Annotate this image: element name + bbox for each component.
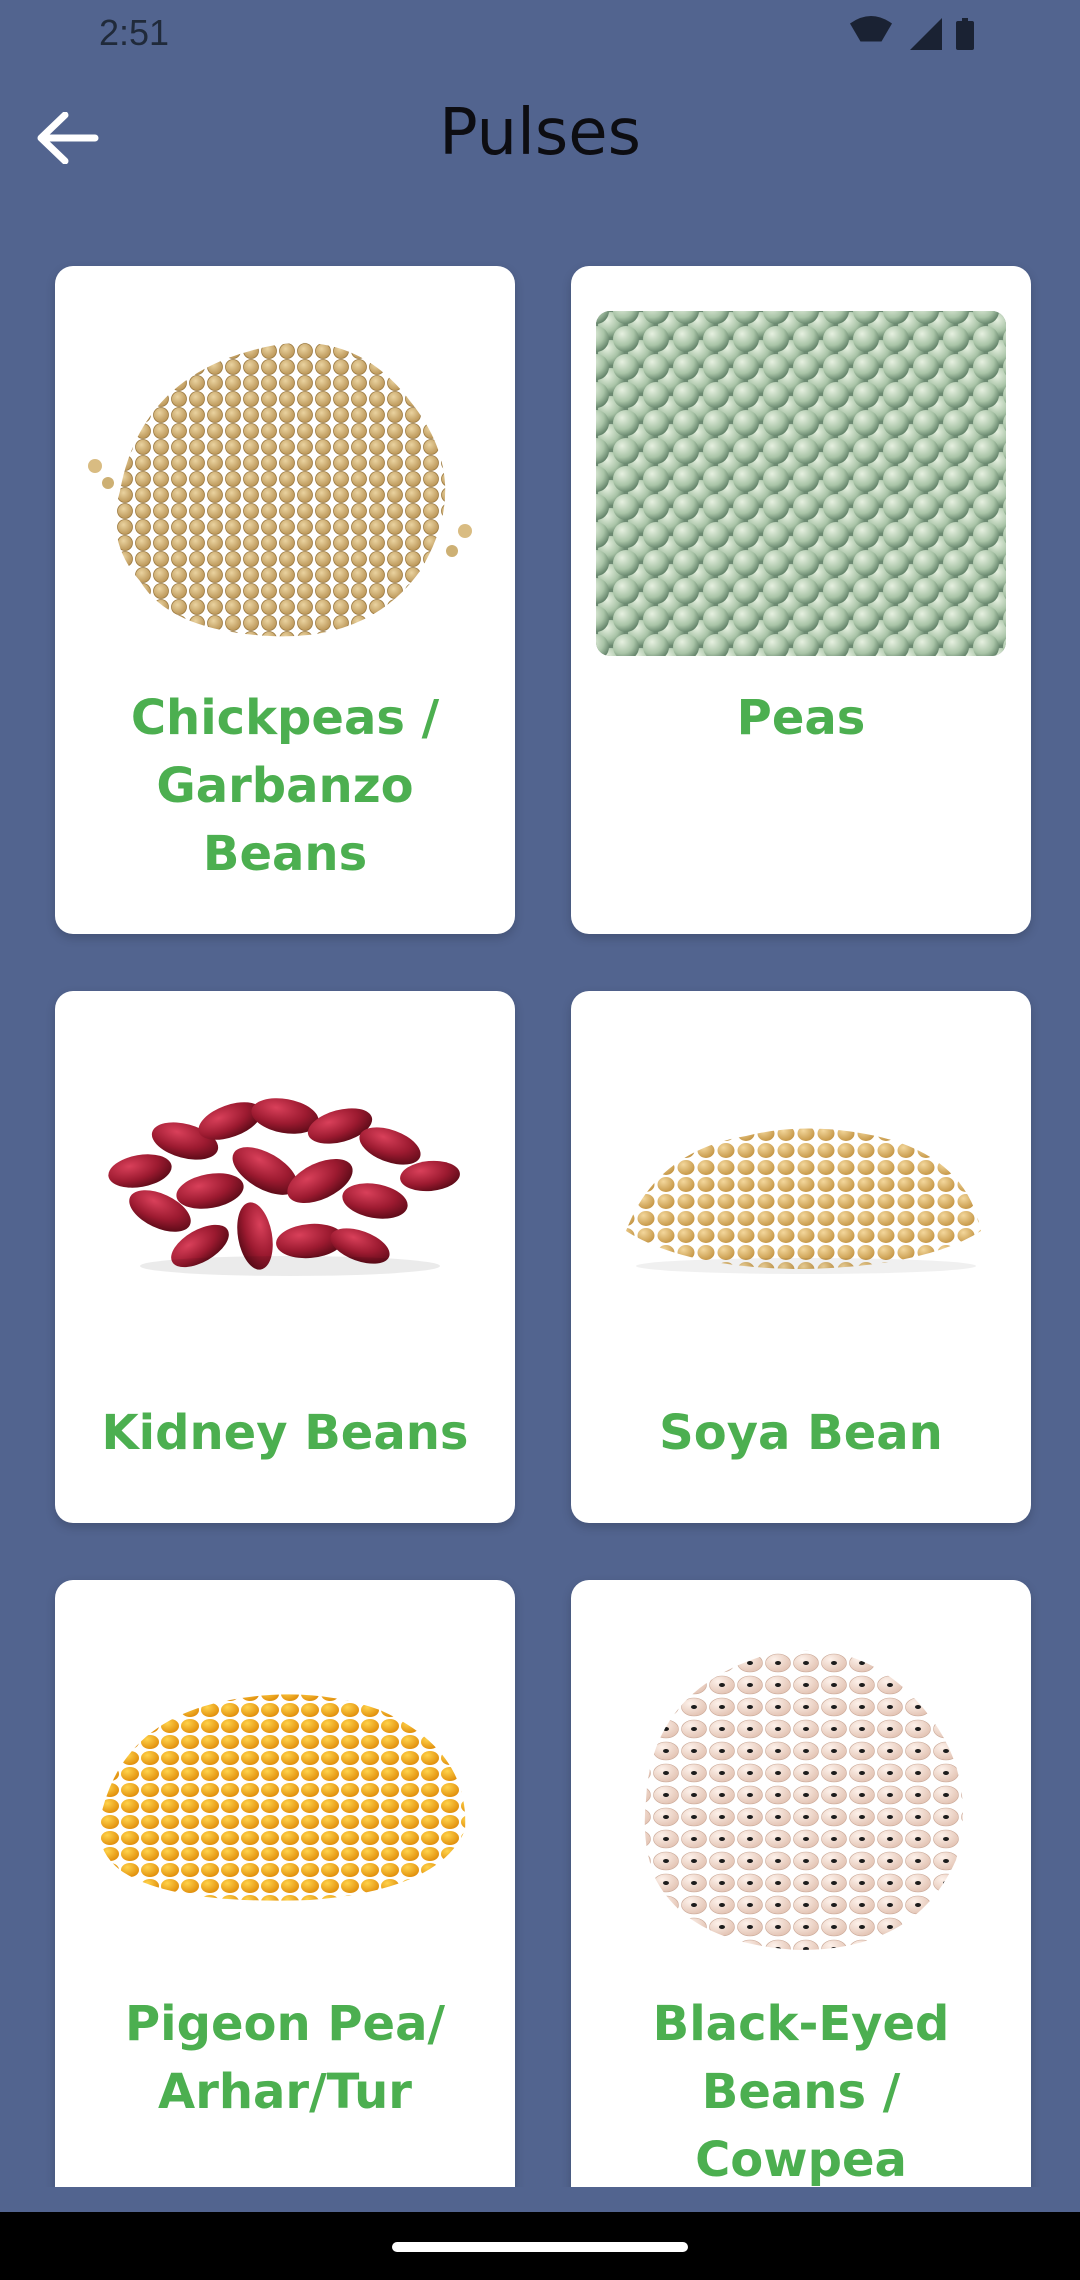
soya-bean-image (596, 1091, 1006, 1281)
page-title: Pulses (439, 96, 641, 170)
pulse-card-label: Pigeon Pea/ Arhar/Tur (124, 1996, 446, 2120)
pigeon-pea-image (80, 1670, 490, 1915)
pulse-card-pigeon-pea[interactable]: Pigeon Pea/ Arhar/Tur (55, 1580, 515, 2187)
pulse-card-black-eyed-beans[interactable]: Black-Eyed Beans / Cowpea (571, 1580, 1031, 2187)
signal-icon (910, 18, 942, 50)
black-eyed-beans-image (596, 1630, 1006, 1960)
wifi-icon (850, 16, 892, 42)
home-indicator[interactable] (392, 2242, 688, 2252)
pulse-card-label: Chickpeas / Garbanzo Beans (130, 690, 440, 882)
pulses-grid[interactable]: Chickpeas / Garbanzo Beans Peas Kidney B… (0, 212, 1080, 2187)
pulse-card-soya-bean[interactable]: Soya Bean (571, 991, 1031, 1523)
status-bar: 2:51 (0, 0, 1080, 66)
pulse-card-label: Soya Bean (659, 1405, 943, 1461)
pulse-card-kidney-beans[interactable]: Kidney Beans (55, 991, 515, 1523)
navigation-bar (0, 2212, 1080, 2280)
status-icons (850, 16, 974, 50)
pulse-card-label: Peas (736, 690, 866, 746)
battery-icon (956, 18, 974, 50)
pulse-card-chickpeas[interactable]: Chickpeas / Garbanzo Beans (55, 266, 515, 934)
chickpeas-image (80, 311, 490, 656)
pulse-card-label: Kidney Beans (101, 1405, 469, 1461)
kidney-beans-image (80, 1061, 490, 1301)
status-time: 2:51 (99, 12, 170, 53)
app-bar: Pulses (0, 66, 1080, 212)
pulse-card-peas[interactable]: Peas (571, 266, 1031, 934)
peas-image (596, 311, 1006, 656)
pulse-card-label: Black-Eyed Beans / Cowpea (652, 1996, 950, 2187)
